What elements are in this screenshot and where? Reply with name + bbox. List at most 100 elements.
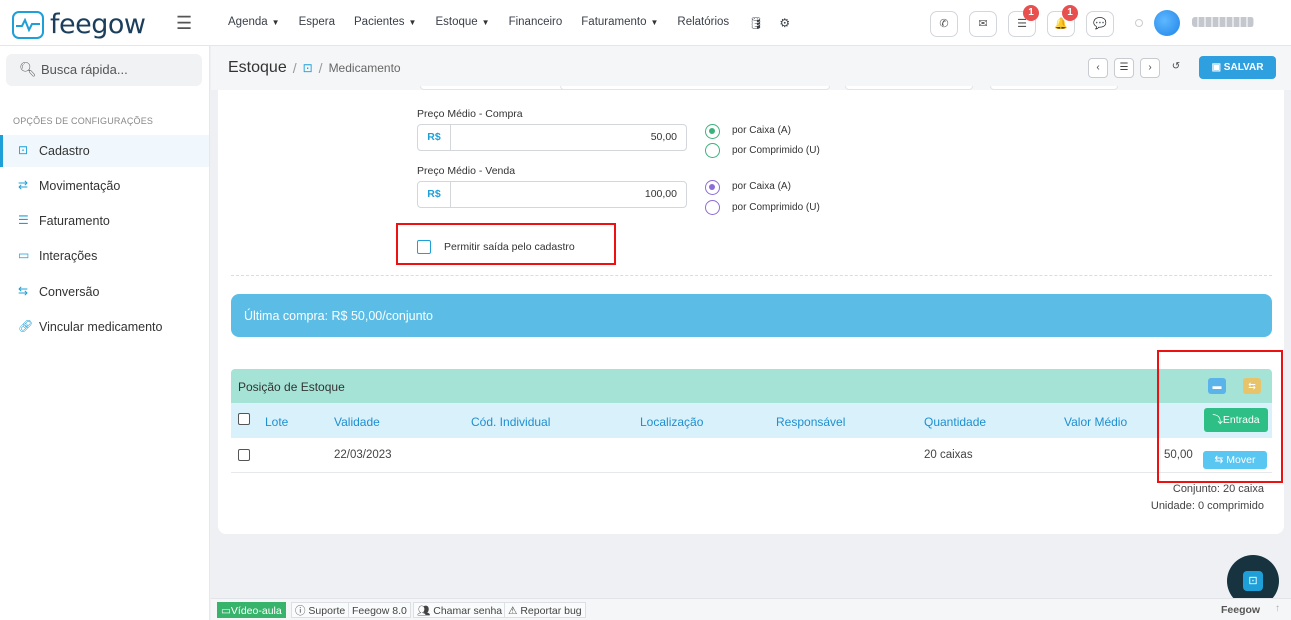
bell-icon[interactable]: 🔔 1 <box>1047 5 1078 37</box>
sidebar-item-cadastro[interactable]: ⊡ Cadastro <box>0 135 209 167</box>
column-localizacao[interactable]: Localização <box>640 415 703 429</box>
reportar-bug-link[interactable]: ⚠ Reportar bug <box>504 602 586 618</box>
version-label: Feegow 8.0 <box>348 602 411 618</box>
database-icon[interactable]: 🛢 <box>748 16 763 30</box>
nav-relatorios[interactable]: Relatórios <box>677 16 729 30</box>
breadcrumb-separator: / <box>318 60 323 76</box>
column-responsavel[interactable]: Responsável <box>776 415 845 429</box>
chamar-senha-link[interactable]: 👥︎ Chamar senha <box>413 602 507 618</box>
bell-badge: 1 <box>1062 5 1078 21</box>
gear-icon[interactable]: ⚙ <box>779 16 790 30</box>
top-bar: feegow ☰ Agenda ▼ Espera Pacientes ▼ Estoq… <box>0 0 1291 46</box>
compra-comprimido-radio[interactable] <box>705 143 720 158</box>
compra-value: 50,00 <box>650 131 677 143</box>
compra-caixa-radio[interactable] <box>705 124 720 139</box>
history-icon[interactable]: ↺ <box>1166 58 1186 78</box>
compra-price-input[interactable]: R$ 50,00 <box>417 124 687 151</box>
prev-icon[interactable]: ‹ <box>1088 58 1108 78</box>
total-unidade: Unidade: 0 comprimido <box>1150 500 1264 512</box>
heartbeat-icon <box>12 10 44 39</box>
list-icon[interactable]: ☰ <box>1114 58 1134 78</box>
column-valor-medio[interactable]: Valor Médio <box>1064 415 1127 429</box>
cell-validade: 22/03/2023 <box>334 449 392 461</box>
divider <box>231 275 1272 276</box>
venda-price-input[interactable]: R$ 100,00 <box>417 181 687 208</box>
suporte-link[interactable]: ⓘ Suporte <box>291 602 350 618</box>
footer: ▭Vídeo-aula ⓘ Suporte Feegow 8.0 👥︎ Cham… <box>211 598 1291 620</box>
search-placeholder: Busca rápida... <box>41 62 128 77</box>
nav-agenda[interactable]: Agenda ▼ <box>228 16 280 30</box>
compra-label: Preço Médio - Compra <box>417 108 523 120</box>
sidebar-item-label: Interações <box>39 249 98 263</box>
sidebar-item-faturamento[interactable]: ☰ Faturamento <box>0 205 209 237</box>
row-checkbox[interactable] <box>238 449 250 461</box>
inbox-icon[interactable]: ✉ <box>969 11 997 37</box>
permitir-saida-checkbox[interactable] <box>417 240 431 254</box>
next-icon[interactable]: › <box>1140 58 1160 78</box>
column-quantidade[interactable]: Quantidade <box>924 415 986 429</box>
caret-down-icon: ▼ <box>408 18 417 27</box>
compra-comprimido-label: por Comprimido (U) <box>732 145 820 156</box>
nav-financeiro[interactable]: Financeiro <box>509 16 563 30</box>
user-name-blurred[interactable] <box>1192 17 1254 27</box>
last-purchase-banner: Última compra: R$ 50,00/conjunto <box>231 294 1272 337</box>
sidebar-item-label: Faturamento <box>39 214 110 228</box>
nav-espera[interactable]: Espera <box>299 16 335 30</box>
nav-financeiro-label: Financeiro <box>508 16 563 28</box>
permitir-saida-label: Permitir saída pelo cadastro <box>444 241 575 253</box>
nav-faturamento[interactable]: Faturamento ▼ <box>581 16 658 30</box>
caret-down-icon: ▼ <box>650 18 659 27</box>
cell-quantidade: 20 caixas <box>924 449 973 461</box>
column-cod[interactable]: Cód. Individual <box>471 415 550 429</box>
save-label: SALVAR <box>1223 62 1264 73</box>
list-icon: ☰ <box>18 213 29 227</box>
column-lote[interactable]: Lote <box>265 415 288 429</box>
tasks-badge: 1 <box>1023 5 1039 21</box>
breadcrumb-separator: / <box>292 60 297 76</box>
suporte-label: Suporte <box>308 605 346 617</box>
nav-espera-label: Espera <box>298 16 336 28</box>
caret-down-icon: ▼ <box>271 18 280 27</box>
people-icon: 👥︎ <box>417 605 434 617</box>
venda-comprimido-label: por Comprimido (U) <box>732 202 820 213</box>
scroll-top-icon[interactable]: ↑ <box>1275 603 1280 614</box>
venda-comprimido-radio[interactable] <box>705 200 720 215</box>
footer-brand: Feegow <box>1221 604 1261 616</box>
convert-icon: ⇆ <box>18 284 29 298</box>
breadcrumb-sub: Medicamento <box>328 61 401 75</box>
nav-pacientes[interactable]: Pacientes ▼ <box>354 16 416 30</box>
search-input[interactable]: 🔍︎ Busca rápida... <box>6 54 202 86</box>
stock-panel-header: Posição de Estoque <box>231 369 1272 403</box>
nav-estoque-label: Estoque <box>435 16 478 28</box>
breadcrumb-bar: Estoque / ⊡ / Medicamento ‹ ☰ › ↺ ▣ SALV… <box>211 46 1291 90</box>
nav-estoque[interactable]: Estoque ▼ <box>435 16 489 30</box>
save-button[interactable]: ▣ SALVAR <box>1199 56 1276 79</box>
video-icon: ▭ <box>221 605 231 617</box>
chat-icon[interactable]: 💬 <box>1086 11 1114 37</box>
box-icon: ⊡ <box>18 143 29 157</box>
avatar[interactable] <box>1154 10 1180 36</box>
link-icon: 🔗︎ <box>18 319 34 333</box>
sidebar-item-label: Movimentação <box>39 179 121 193</box>
stock-panel-title: Posição de Estoque <box>238 380 345 394</box>
video-aula-link[interactable]: ▭Vídeo-aula <box>217 602 286 618</box>
sidebar-section-title: OPÇÕES DE CONFIGURAÇÕES <box>13 116 154 126</box>
caret-down-icon: ▼ <box>481 18 490 27</box>
select-all-checkbox[interactable] <box>238 413 250 425</box>
venda-label: Preço Médio - Venda <box>417 165 516 177</box>
tasks-icon[interactable]: ☰ 1 <box>1008 5 1039 37</box>
menu-toggle-icon[interactable]: ☰ <box>176 13 192 34</box>
sidebar-item-label: Conversão <box>39 285 100 299</box>
help-icon: ⓘ <box>295 605 309 617</box>
venda-caixa-radio[interactable] <box>705 180 720 195</box>
phone-icon[interactable]: ✆ <box>930 11 958 37</box>
table-row: 22/03/2023 20 caixas 50,00 <box>231 438 1272 473</box>
sidebar-item-conversao[interactable]: ⇆ Conversão <box>0 276 209 308</box>
sidebar-item-movimentacao[interactable]: ⇄ Movimentação <box>0 170 209 202</box>
currency-addon: R$ <box>418 125 451 150</box>
sidebar-item-vincular[interactable]: 🔗︎ Vincular medicamento <box>0 311 209 343</box>
logo[interactable]: feegow <box>12 9 146 40</box>
breadcrumb-main[interactable]: Estoque <box>228 59 287 77</box>
column-validade[interactable]: Validade <box>334 415 380 429</box>
sidebar-item-interacoes[interactable]: ▭ Interações <box>0 240 209 272</box>
